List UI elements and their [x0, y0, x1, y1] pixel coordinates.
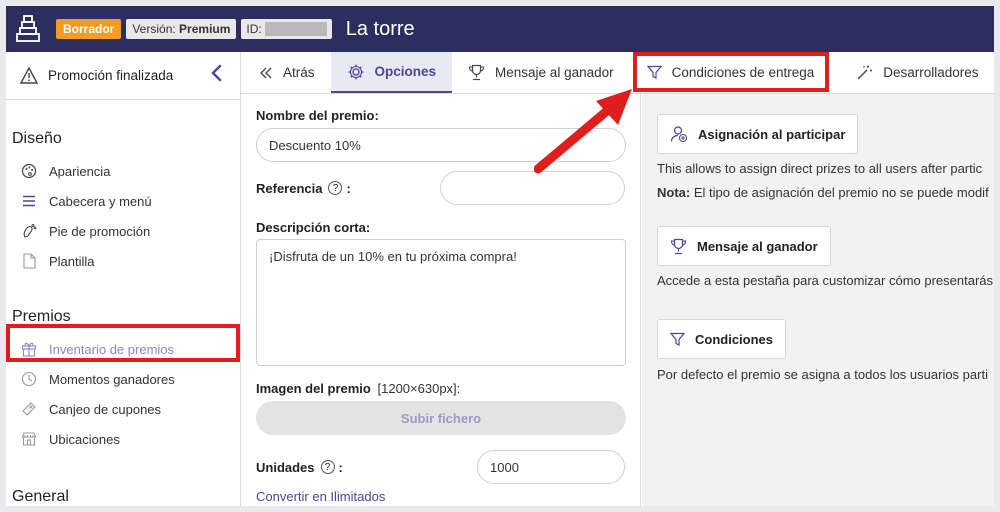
sidebar-item-label: Inventario de premios [49, 341, 175, 357]
sidebar-item-label: Cabecera y menú [49, 193, 152, 209]
image-label-row: Imagen del premio [1200×630px]: [256, 381, 625, 396]
page-title: La torre [345, 17, 415, 40]
clock-icon [20, 370, 38, 388]
coupon-icon [20, 400, 38, 418]
tab-label: Condiciones de entrega [671, 65, 815, 80]
image-label: Imagen del premio [256, 381, 371, 396]
conditions-description: Por defecto el premio se asigna a todos … [657, 367, 988, 382]
version-badge: Versión: Premium [126, 19, 237, 39]
units-label: Unidades [256, 459, 315, 475]
sidebar-item-inventario[interactable]: Inventario de premios [6, 334, 240, 364]
top-bar: Borrador Versión: Premium ID: La torre [6, 6, 994, 52]
assign-description: This allows to assign direct prizes to a… [657, 161, 983, 176]
section-title-general: General [12, 488, 69, 505]
collapse-sidebar-button[interactable] [210, 64, 222, 85]
footprint-icon [20, 222, 38, 240]
chevron-left-icon [211, 64, 222, 82]
units-input[interactable]: 1000 [477, 450, 625, 484]
trophy-icon [468, 64, 485, 81]
units-colon: : [338, 459, 343, 475]
gift-icon [20, 340, 38, 358]
sidebar-item-momentos[interactable]: Momentos ganadores [6, 364, 240, 394]
assign-button-label: Asignación al participar [698, 126, 846, 142]
user-add-icon [670, 125, 688, 143]
sidebar-item-label: Pie de promoción [49, 223, 151, 239]
conditions-button-label: Condiciones [695, 331, 774, 347]
tab-label: Desarrolladores [883, 65, 979, 80]
wand-icon [856, 64, 873, 81]
promo-status: Promoción finalizada [6, 52, 240, 100]
short-desc-textarea[interactable]: ¡Disfruta de un 10% en tu próxima compra… [256, 239, 626, 366]
filter-icon [670, 332, 685, 347]
winner-button-label: Mensaje al ganador [697, 238, 818, 254]
sidebar-item-canjeo[interactable]: Canjeo de cupones [6, 394, 240, 424]
id-label: ID: [246, 22, 262, 36]
sidebar-item-label: Canjeo de cupones [49, 401, 162, 417]
document-icon [20, 252, 38, 270]
palette-icon [20, 162, 38, 180]
short-desc-label: Descripción corta: [256, 220, 371, 235]
sidebar: Promoción finalizada Diseño Apariencia C… [6, 52, 241, 506]
id-redacted [264, 22, 327, 36]
sidebar-item-plantilla[interactable]: Plantilla [6, 246, 240, 276]
tab-condiciones-entrega[interactable]: Condiciones de entrega [634, 52, 827, 93]
tab-opciones[interactable]: Opciones [330, 52, 453, 93]
double-chevron-left-icon [259, 67, 273, 79]
version-prefix: Versión: [132, 22, 180, 36]
sidebar-item-apariencia[interactable]: Apariencia [6, 156, 240, 186]
section-premios: Premios Inventario de premios Momentos g… [6, 308, 240, 454]
status-badge: Borrador [56, 19, 122, 39]
help-icon[interactable]: ? [328, 181, 343, 195]
section-diseno: Diseño Apariencia Cabecera y menú Pie de… [6, 130, 240, 276]
convert-unlimited-link[interactable]: Convertir en Ilimitados [256, 489, 625, 504]
version-value: Premium [179, 22, 231, 36]
delivery-info-panel: Asignación al participar This allows to … [642, 94, 994, 506]
promo-status-label: Promoción finalizada [48, 68, 174, 83]
tab-label: Opciones [374, 64, 437, 79]
warning-icon [20, 67, 38, 84]
help-icon[interactable]: ? [320, 460, 335, 474]
annotation-arrow [534, 89, 632, 174]
assign-note: Nota: El tipo de asignación del premio n… [657, 185, 994, 200]
id-badge: ID: [241, 19, 332, 39]
sidebar-item-cabecera[interactable]: Cabecera y menú [6, 186, 240, 216]
image-size-hint: [1200×630px]: [377, 381, 461, 396]
sidebar-item-label: Plantilla [49, 253, 95, 269]
gear-icon [347, 63, 365, 81]
sidebar-item-label: Ubicaciones [49, 431, 120, 447]
section-title-premios: Premios [12, 308, 71, 325]
tab-label: Atrás [283, 65, 315, 80]
note-text: El tipo de asignación del premio no se p… [690, 185, 989, 200]
upload-file-button[interactable]: Subir fichero [256, 401, 626, 435]
logo-icon[interactable] [6, 6, 50, 52]
note-label: Nota: [657, 185, 691, 200]
app-window: Borrador Versión: Premium ID: La torre P… [6, 6, 994, 506]
filter-icon [646, 65, 662, 80]
sidebar-item-pie[interactable]: Pie de promoción [6, 216, 240, 246]
menu-icon [20, 192, 38, 210]
reference-colon: : [346, 180, 351, 196]
winner-message-button[interactable]: Mensaje al ganador [657, 226, 831, 266]
conditions-button[interactable]: Condiciones [657, 319, 787, 359]
store-icon [20, 430, 38, 448]
sidebar-item-label: Apariencia [49, 163, 111, 179]
tab-desarrolladores[interactable]: Desarrolladores [826, 52, 992, 93]
sidebar-item-label: Momentos ganadores [49, 371, 175, 387]
reference-label: Referencia [256, 180, 323, 196]
trophy-icon [670, 238, 687, 255]
units-row: Unidades ? : 1000 [256, 450, 625, 484]
tab-label: Mensaje al ganador [495, 65, 614, 80]
section-title-diseno: Diseño [12, 130, 62, 147]
tab-atras[interactable]: Atrás [241, 52, 331, 93]
assign-on-participate-button[interactable]: Asignación al participar [657, 114, 859, 154]
sidebar-item-ubicaciones[interactable]: Ubicaciones [6, 424, 240, 454]
winner-description: Accede a esta pestaña para customizar có… [657, 273, 994, 288]
section-general: General [6, 488, 69, 506]
